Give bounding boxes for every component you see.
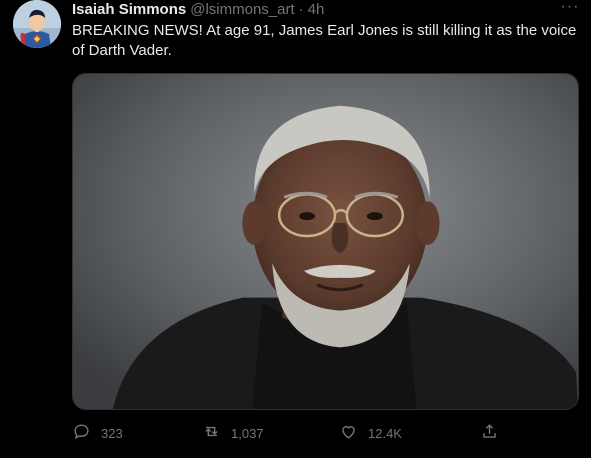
retweet-button[interactable]: 1,037 (202, 421, 264, 445)
retweet-count: 1,037 (231, 425, 264, 441)
tweet-actions: 323 1,037 12.4K (72, 421, 512, 445)
tweet-text: BREAKING NEWS! At age 91, James Earl Jon… (72, 22, 577, 59)
author-handle[interactable]: @lsimmons_art (190, 0, 294, 20)
tweet-photo[interactable] (72, 73, 579, 410)
heart-icon (339, 422, 358, 444)
retweet-icon (202, 422, 221, 444)
reply-button[interactable]: 323 (72, 421, 123, 445)
like-count: 12.4K (368, 425, 402, 441)
author-name[interactable]: Isaiah Simmons (72, 0, 186, 20)
avatar[interactable] (13, 0, 61, 48)
separator-dot: · (298, 1, 304, 18)
tweet[interactable]: Isaiah Simmons @lsimmons_art · 4h ··· BR… (0, 0, 591, 458)
tweet-header: Isaiah Simmons @lsimmons_art · 4h (72, 0, 324, 20)
tweet-timestamp[interactable]: 4h (308, 0, 325, 20)
reply-count: 323 (101, 425, 123, 441)
more-options-icon[interactable]: ··· (558, 0, 582, 20)
like-button[interactable]: 12.4K (339, 421, 402, 445)
share-button[interactable] (480, 421, 499, 445)
comment-icon (72, 422, 91, 444)
share-icon (480, 422, 499, 444)
